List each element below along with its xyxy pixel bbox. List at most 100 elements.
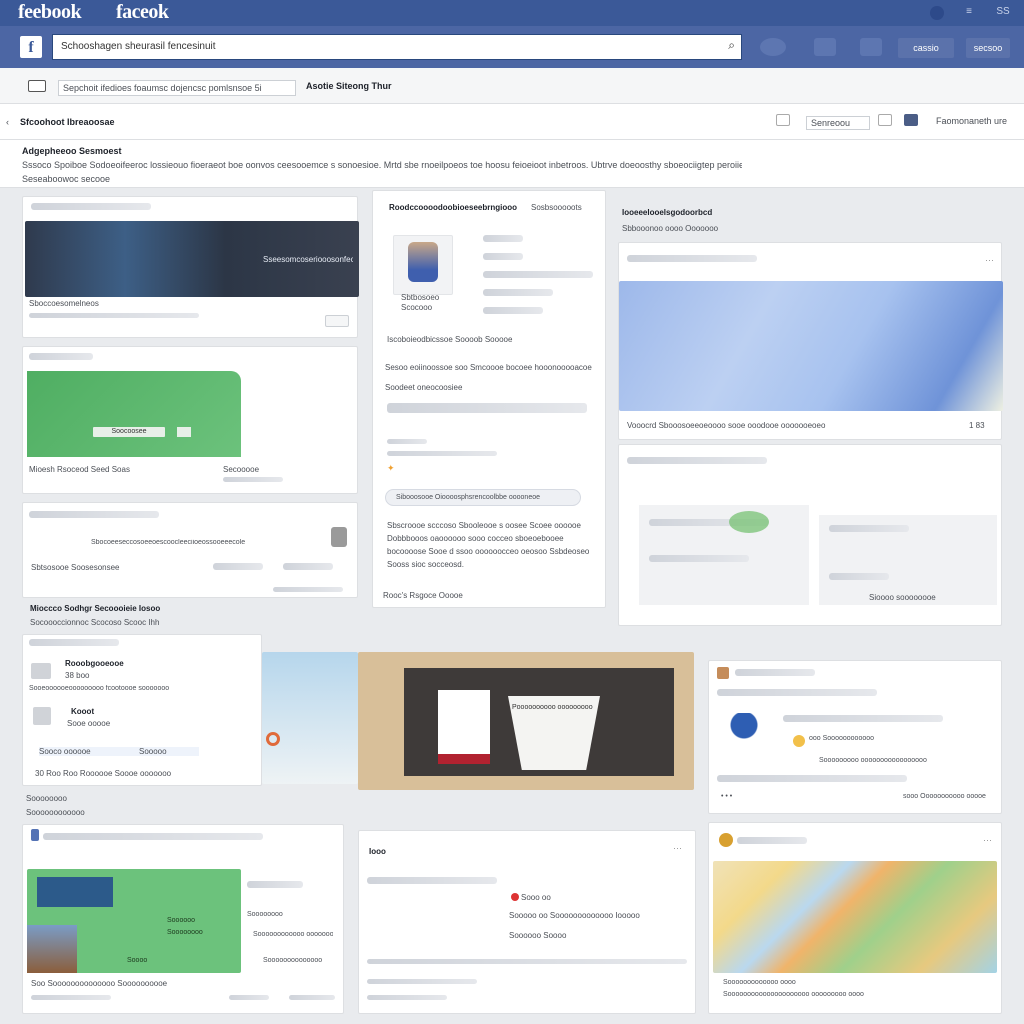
item-2-sub: Sooe ooooe: [67, 719, 111, 728]
feed-footer-2: sooo Ooooooooooo ooooe: [903, 793, 986, 800]
bottom-card-2-line-1: Sooo oo: [521, 893, 551, 902]
feed-avatar[interactable]: [717, 667, 729, 679]
search-row: f Schooshagen sheurasil fencesinuit ⌕ ca…: [0, 26, 1024, 68]
blurred-panel: Sioooo soooooooe: [618, 444, 1002, 626]
bottom-label-sub: Soooooooooooo: [26, 808, 85, 817]
home-button[interactable]: cassio: [898, 38, 954, 58]
list-card: Rooobgooeooe 38 boo Sooeoooooeooooooooo …: [22, 634, 262, 786]
item-1-sub: 38 boo: [65, 671, 90, 680]
more-options-icon-3[interactable]: ⋯: [983, 835, 992, 846]
friends-icon[interactable]: [760, 38, 786, 56]
side-text-1: Soooooooo: [247, 911, 283, 918]
card-item[interactable]: Sbtsosooe Soosesonsee: [31, 563, 120, 572]
filter-dropdown[interactable]: Senreoou: [806, 116, 870, 130]
messages-icon[interactable]: [814, 38, 836, 56]
post-image[interactable]: Sseesomcoseriooosonfeconsscs: [25, 221, 359, 297]
post-card-3: Sbocoeeseccosoeeoescoocleeciioeossooeeec…: [22, 502, 358, 598]
profile-footer: Rooc's Rsgoce Ooooe: [383, 591, 463, 600]
account-label[interactable]: SS: [994, 6, 1012, 20]
map-section-title: Iooeeelooelsgodoorbcd: [622, 208, 713, 217]
page-header: ‹ Sfcoohoot Ibreaoosae Senreoou Faomonan…: [0, 104, 1024, 140]
profile-meta: Iscoboieodbicssoe Soooob Sooooe: [387, 335, 513, 344]
green-banner-image[interactable]: Soocoosee: [27, 371, 241, 457]
notifications-icon[interactable]: [930, 6, 944, 20]
card-footer: Mioesh Rsoceod Seed Soas: [29, 465, 130, 474]
profile-card-header: Roodccoooodoobioeseebrngiooo: [389, 203, 517, 212]
profile-avatar[interactable]: [393, 235, 453, 295]
bottom-card-3-caption: Sooooooooooooo oooo: [723, 979, 796, 986]
gamepad-icon[interactable]: [28, 80, 46, 92]
panel-caption: Sioooo soooooooe: [869, 593, 936, 602]
bottom-label: Soooooooo: [26, 794, 67, 803]
item-2-title[interactable]: Kooot: [71, 707, 94, 716]
more-options-icon-2[interactable]: ⋯: [673, 843, 682, 854]
sub-bar: Sepchoit ifedioes foaumsc dojencsc pomls…: [0, 68, 1024, 104]
search-input[interactable]: Schooshagen sheurasil fencesinuit ⌕: [52, 34, 742, 60]
profile-card-link[interactable]: Sosbsooooots: [531, 203, 582, 212]
trash-icon[interactable]: [331, 527, 347, 547]
profile-text-2: Soodeet oneocoosiee: [385, 383, 463, 392]
sub-bar-link[interactable]: Asotie Siteong Thur: [306, 81, 392, 91]
box-label: Poooooooooo ooooooooo: [512, 704, 593, 711]
bottom-card-2: Iooo ⋯ Sooo oo Sooooo oo Sooooooooooooo …: [358, 830, 696, 1014]
section-title: Mioccco Sodhgr Secoooieie Iosoo: [30, 604, 161, 613]
map-card: ⋯ Vooocrd Sbooosoeeoeoooo sooe ooodooe o…: [618, 242, 1003, 440]
profile-paragraph: Sbscroooe scccoso Sbooleooe s oosee Scoe…: [387, 521, 590, 569]
grid-icon[interactable]: [904, 114, 918, 126]
item-1-title[interactable]: Rooobgooeooe: [65, 659, 124, 668]
search-icon[interactable]: ⌕: [728, 38, 735, 53]
bottom-card-3: ⋯ Sooooooooooooo oooo Sooooooooooooooooo…: [708, 822, 1002, 1014]
side-image[interactable]: [262, 652, 358, 784]
intro-heading: Adgepheeoo Sesmoest: [22, 146, 122, 156]
profile-name[interactable]: Sbtbosoeo: [401, 293, 439, 302]
profile-card: Roodccoooodoobioeseebrngiooo Sosbsooooot…: [372, 190, 606, 608]
product-photo[interactable]: Poooooooooo ooooooooo: [358, 652, 694, 790]
feed-person-image[interactable]: [729, 713, 759, 743]
bottom-card-1: Soooooo Soooooooo Soooo Soooooooo Sooooo…: [22, 824, 344, 1014]
calendar-icon[interactable]: [878, 114, 892, 126]
item-row-2: Sooooo: [139, 747, 167, 756]
map-image[interactable]: [619, 281, 1003, 411]
item-row[interactable]: Sooco oooooe: [39, 747, 199, 756]
profile-pill[interactable]: Sibooosooe Oioooosphsrencoolbbe ooooneoe: [385, 489, 581, 506]
bottom-card-3-avatar[interactable]: [719, 833, 733, 847]
side-text-3: Soooooooooooooo: [263, 957, 323, 964]
profile-name-sub: Scocooo: [401, 303, 433, 312]
city-map-image[interactable]: [713, 861, 997, 973]
green-tag-1: Soooooo: [167, 917, 196, 924]
card-header: [31, 203, 151, 210]
globe-icon[interactable]: [860, 38, 882, 56]
intro-sub: Seseaboowoc secooe: [22, 174, 111, 184]
more-options-icon[interactable]: ⋯: [985, 255, 994, 266]
section-sub: Socoooccionnoc Scocoso Scooc Ihh: [30, 618, 160, 627]
banner-tag[interactable]: Soocoosee: [93, 427, 165, 437]
item-thumbnail[interactable]: [31, 663, 51, 679]
map-count: 1 83: [969, 421, 985, 430]
bottom-card-2-line-2: Sooooo oo Sooooooooooooo Iooooo: [509, 911, 640, 920]
facebook-f-icon[interactable]: f: [20, 36, 42, 58]
item-1-desc: Sooeoooooeooooooooo fcootoooe sooooooo: [29, 685, 170, 692]
list-card-footer: 30 Roo Roo Roooooe Soooe ooooooo: [35, 769, 172, 778]
item-thumbnail-2[interactable]: [33, 707, 51, 725]
image-overlay-text: Sseesomcoseriooosonfeconsscs: [263, 255, 353, 264]
sub-bar-text[interactable]: Sepchoit ifedioes foaumsc dojencsc pomls…: [58, 80, 296, 96]
sort-dropdown[interactable]: Faomonaneth ure: [936, 116, 1007, 126]
menu-icon[interactable]: ≡: [962, 6, 976, 20]
profile-text-1: Sesoo eoiinoossoe soo Smcoooe bocoee hoo…: [385, 363, 592, 372]
profile-button[interactable]: secsoo: [966, 38, 1010, 58]
card-action-button[interactable]: [325, 315, 349, 327]
bottom-green-image[interactable]: Soooooo Soooooooo Soooo: [27, 869, 241, 973]
bottom-card-2-line-3: Soooooo Soooo: [509, 931, 567, 940]
intro-body: Sssoco Spoiboe Sodoeoifeeroc lossieouo f…: [22, 160, 742, 170]
bottom-card-1-footer: Soo Soooooooooooooo Soooooooooe: [31, 979, 168, 988]
card-row: Sbocoeeseccosoeeoescoocleeciioeossooeeec…: [91, 539, 246, 546]
green-tag-2: Soooooooo: [167, 929, 203, 936]
list-icon[interactable]: [776, 114, 790, 126]
map-section-sub: Sbbooonoo oooo Ooooooo: [622, 224, 719, 233]
map-caption: Vooocrd Sbooosoeeoeoooo sooe ooodooe ooo…: [627, 421, 826, 430]
brand-logo-secondary: faceok: [116, 1, 169, 23]
card-caption: Sboccoesomelneos: [29, 299, 99, 308]
card-link[interactable]: Secooooe: [223, 465, 259, 474]
brand-logo[interactable]: feebook: [18, 1, 82, 24]
intro-section: Adgepheeoo Sesmoest Sssoco Spoiboe Sodoe…: [0, 140, 1024, 188]
